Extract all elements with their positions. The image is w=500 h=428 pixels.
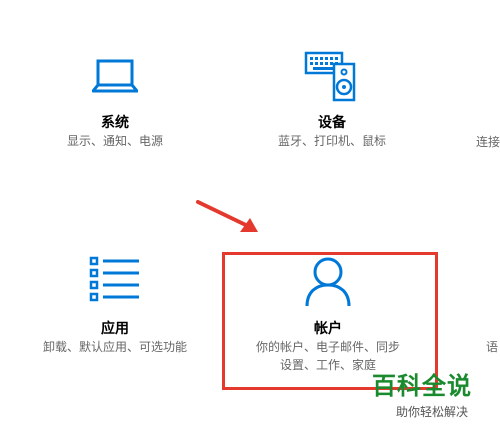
- tile-apps-desc: 卸载、默认应用、可选功能: [42, 340, 187, 354]
- tile-devices-title: 设备: [318, 115, 346, 131]
- watermark-logo: 百科全说 助你轻松解决: [372, 366, 492, 420]
- person-icon: [304, 256, 352, 312]
- tile-accounts-desc-line1: 你的帐户、电子邮件、同步: [255, 340, 400, 354]
- tile-apps-title: 应用: [101, 321, 129, 337]
- watermark-subtitle: 助你轻松解决: [395, 405, 468, 419]
- tile-language-desc: 语: [486, 340, 499, 354]
- red-arrow-annotation: [196, 200, 258, 232]
- tile-devices[interactable]: 设备 蓝牙、打印机、鼠标: [252, 50, 412, 160]
- tile-accounts-title: 帐户: [314, 321, 342, 337]
- watermark-title: 百科全说: [372, 372, 472, 400]
- tile-network-desc: 连接: [476, 135, 500, 149]
- tile-accounts[interactable]: 帐户 你的帐户、电子邮件、同步 设置、工作、家庭: [228, 250, 428, 380]
- laptop-icon: [91, 58, 139, 98]
- keyboard-speaker-icon: [304, 50, 356, 106]
- list-icon: [89, 256, 141, 310]
- tile-network-partial[interactable]: 连接: [476, 133, 500, 150]
- tile-system[interactable]: 系统 显示、通知、电源: [40, 50, 190, 160]
- tile-language-partial[interactable]: 语: [486, 338, 500, 355]
- tile-system-title: 系统: [101, 115, 129, 131]
- tile-system-desc: 显示、通知、电源: [66, 134, 163, 148]
- tile-apps[interactable]: 应用 卸载、默认应用、可选功能: [25, 250, 205, 370]
- tile-devices-desc: 蓝牙、打印机、鼠标: [277, 134, 386, 148]
